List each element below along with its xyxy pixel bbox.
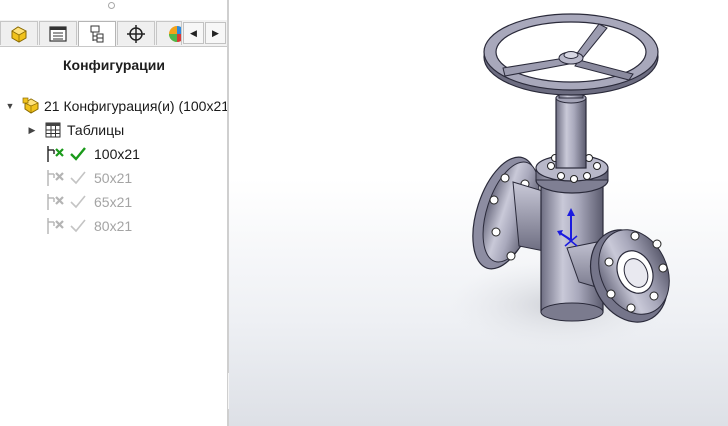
- tree-root-label: 21 Конфигурация(и) (100x21): [44, 98, 228, 114]
- dimxpert-icon: [126, 24, 146, 44]
- config-item-65x21[interactable]: 65x21: [45, 191, 132, 213]
- configuration-icon: [45, 193, 65, 211]
- property-manager-icon: [48, 25, 68, 43]
- config-label: 50x21: [94, 170, 133, 186]
- feature-manager-panel: ◀ ▶ Конфигурации ▼ 21 Конфигурация(и) (1…: [0, 0, 228, 426]
- expand-caret-icon[interactable]: ▶: [26, 125, 38, 136]
- tree-item-tables[interactable]: ▶ Таблицы: [26, 119, 125, 141]
- expand-caret-icon[interactable]: ▼: [4, 101, 16, 111]
- tabs-scroll-right-button[interactable]: ▶: [205, 22, 226, 44]
- configuration-manager-icon: [87, 24, 107, 44]
- checkmark-icon: [70, 171, 86, 185]
- panel-title: Конфигурации: [63, 57, 165, 73]
- part-icon: [9, 25, 29, 43]
- tab-feature-manager[interactable]: [0, 21, 38, 45]
- config-item-100x21[interactable]: 100x21: [45, 143, 140, 165]
- configuration-icon: [45, 169, 65, 187]
- configuration-icon: [45, 217, 65, 235]
- tabs-scroll-left-button[interactable]: ◀: [183, 22, 204, 44]
- handwheel: [483, 13, 659, 96]
- checkmark-icon: [70, 219, 86, 233]
- configuration-icon: [45, 145, 65, 163]
- valve-model: [449, 13, 670, 350]
- config-label: 100x21: [94, 146, 140, 162]
- tab-display-manager[interactable]: [156, 21, 182, 45]
- arrow-left-icon: ◀: [190, 27, 197, 38]
- config-item-80x21[interactable]: 80x21: [45, 215, 132, 237]
- panel-collapse-grip[interactable]: [108, 2, 115, 9]
- arrow-right-icon: ▶: [212, 27, 219, 38]
- tab-property-manager[interactable]: [39, 21, 77, 45]
- checkmark-icon: [70, 195, 86, 209]
- tab-configuration-manager[interactable]: [78, 21, 116, 46]
- config-label: 80x21: [94, 218, 133, 234]
- tree-root-configurations[interactable]: ▼ 21 Конфигурация(и) (100x21): [4, 95, 228, 117]
- config-label: 65x21: [94, 194, 133, 210]
- display-manager-icon: [167, 24, 181, 44]
- manager-tab-bar: ◀ ▶: [0, 20, 228, 47]
- tree-item-label: Таблицы: [67, 122, 125, 138]
- config-item-50x21[interactable]: 50x21: [45, 167, 132, 189]
- tab-dimxpert-manager[interactable]: [117, 21, 155, 45]
- checkmark-icon: [70, 147, 86, 161]
- graphics-viewport[interactable]: [229, 0, 728, 426]
- part-icon: [22, 97, 40, 115]
- table-icon: [45, 122, 61, 138]
